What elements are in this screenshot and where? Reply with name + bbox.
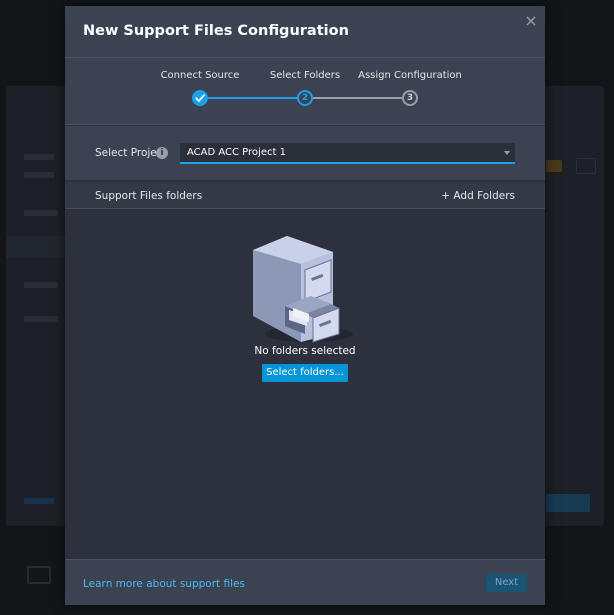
- wizard-stepper: Connect Source Select Folders Assign Con…: [65, 58, 545, 125]
- background-nav-active: [6, 236, 66, 258]
- learn-more-link[interactable]: Learn more about support files: [83, 578, 245, 590]
- next-button[interactable]: Next: [486, 574, 527, 592]
- chevron-down-icon: [504, 151, 510, 155]
- background-primary-button: [546, 494, 590, 512]
- background-nav-item: [24, 316, 58, 322]
- select-folders-button[interactable]: Select folders...: [262, 364, 348, 382]
- support-files-folders-title: Support Files folders: [95, 190, 203, 202]
- file-cabinet-icon: [247, 230, 367, 350]
- step-1-check-icon: [192, 90, 208, 106]
- background-nav-item: [24, 210, 58, 216]
- info-icon[interactable]: i: [156, 147, 168, 159]
- empty-state-message: No folders selected: [254, 345, 356, 357]
- support-files-folders-header: Support Files folders + Add Folders: [65, 182, 545, 209]
- background-footer-icon: [27, 566, 51, 584]
- step-label-connect-source: Connect Source: [160, 70, 240, 81]
- step-label-select-folders: Select Folders: [269, 70, 341, 81]
- dialog-title: New Support Files Configuration: [83, 23, 349, 39]
- step-label-assign-configuration: Assign Configuration: [358, 70, 462, 81]
- step-connector-pending: [313, 97, 402, 99]
- step-3-indicator: 3: [402, 90, 418, 106]
- step-connector-completed: [208, 97, 297, 99]
- add-folders-button[interactable]: + Add Folders: [441, 190, 515, 202]
- background-link: [24, 498, 54, 504]
- background-button: [576, 158, 596, 174]
- background-label: [24, 154, 54, 160]
- select-project-row: Select Project i ACAD ACC Project 1: [65, 126, 545, 181]
- background-label: [24, 172, 54, 178]
- background-close-icon: [586, 92, 596, 102]
- background-nav-item: [24, 282, 58, 288]
- background-badge: [546, 160, 562, 172]
- step-2-indicator: 2: [297, 90, 313, 106]
- close-icon[interactable]: [523, 13, 539, 29]
- project-dropdown-value: ACAD ACC Project 1: [187, 147, 286, 158]
- project-dropdown[interactable]: ACAD ACC Project 1: [180, 143, 515, 164]
- support-files-config-dialog: New Support Files Configuration Connect …: [65, 6, 545, 605]
- dialog-header: New Support Files Configuration: [65, 6, 545, 58]
- check-icon: [195, 94, 205, 102]
- dialog-footer: Learn more about support files Next: [65, 559, 545, 605]
